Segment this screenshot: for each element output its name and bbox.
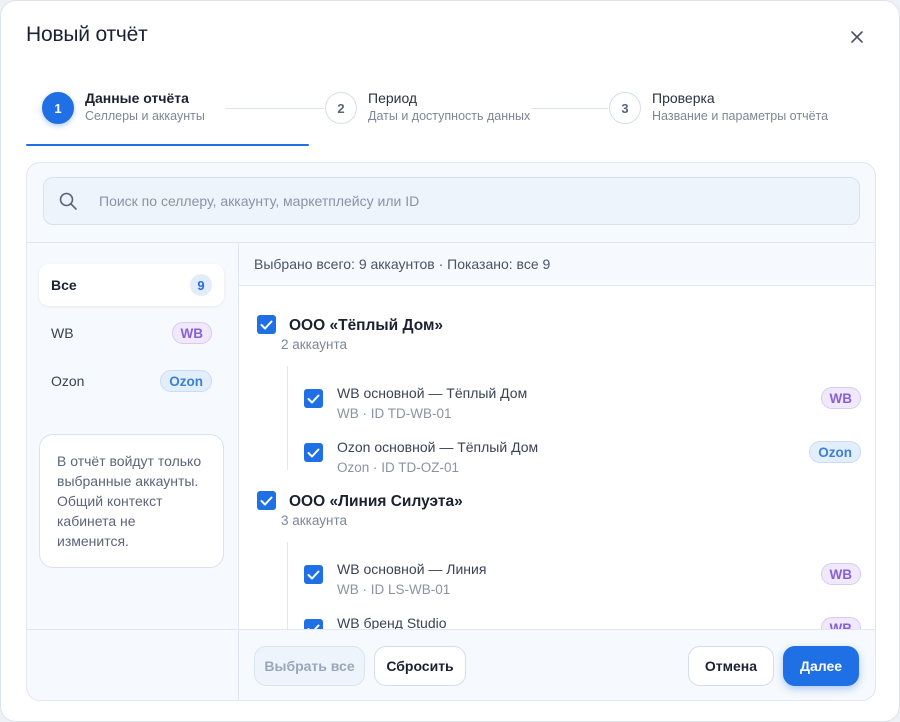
search-input[interactable]	[99, 193, 799, 209]
step-1[interactable]: 1 Данные отчёта Селлеры и аккаунты	[42, 85, 205, 125]
step-subtitle: Название и параметры отчёта	[652, 109, 829, 123]
seller-account-count: 2 аккаунта	[281, 337, 347, 352]
account-row[interactable]: WB основной — Линия WB · ID LS-WB-01 WB	[304, 560, 861, 610]
tree-line	[287, 542, 288, 630]
account-row[interactable]: Ozon основной — Тёплый Дом Ozon · ID TD-…	[304, 438, 861, 488]
step-number: 1	[42, 92, 74, 124]
step-number: 2	[325, 92, 357, 124]
next-button[interactable]: Далее	[783, 646, 859, 686]
active-step-indicator	[26, 144, 309, 146]
search-bar	[43, 177, 860, 225]
account-name: WB основной — Тёплый Дом	[337, 385, 528, 401]
step-connector	[531, 108, 608, 109]
select-all-button[interactable]: Выбрать все	[254, 646, 365, 686]
cancel-button[interactable]: Отмена	[688, 646, 774, 686]
filter-all[interactable]: Все 9	[39, 264, 224, 306]
step-subtitle: Селлеры и аккаунты	[85, 109, 205, 123]
account-row[interactable]: WB основной — Тёплый Дом WB · ID TD-WB-0…	[304, 384, 861, 434]
filter-label: Ozon	[51, 373, 85, 389]
check-icon	[260, 496, 273, 505]
check-icon	[307, 570, 320, 579]
filter-label: WB	[51, 325, 74, 341]
seller-header: ООО «Тёплый Дом»	[257, 315, 443, 336]
account-id: WB · ID TD-WB-01	[337, 406, 452, 421]
filter-wb[interactable]: WB WB	[39, 312, 224, 354]
seller-name: ООО «Линия Силуэта»	[289, 493, 463, 510]
account-id: WB · ID LS-WB-01	[337, 582, 451, 597]
selection-summary: Выбрано всего: 9 аккаунтов · Показано: в…	[239, 243, 875, 286]
seller-header: ООО «Линия Силуэта»	[257, 491, 463, 512]
count-badge: 9	[190, 274, 212, 296]
report-data-panel: Все 9 WB WB Ozon Ozon В отчёт войдут тол…	[26, 162, 876, 701]
step-3[interactable]: 3 Проверка Название и параметры отчёта	[609, 85, 828, 125]
step-title: Данные отчёта	[85, 90, 189, 106]
wb-badge: WB	[820, 563, 861, 585]
ozon-badge: Ozon	[160, 370, 212, 392]
step-number: 3	[609, 92, 641, 124]
step-title: Проверка	[652, 90, 715, 106]
account-name: WB основной — Линия	[337, 561, 487, 577]
search-icon	[59, 192, 77, 210]
tree-line	[287, 366, 288, 470]
marketplace-filter-sidebar: Все 9 WB WB Ozon Ozon В отчёт войдут тол…	[27, 243, 238, 630]
account-checkbox[interactable]	[304, 565, 323, 584]
wb-badge: WB	[820, 387, 861, 409]
reset-button[interactable]: Сбросить	[374, 646, 466, 686]
account-checkbox[interactable]	[304, 443, 323, 462]
ozon-badge: Ozon	[809, 441, 861, 463]
close-icon	[851, 31, 863, 43]
seller-name: ООО «Тёплый Дом»	[289, 317, 444, 334]
stepper: 1 Данные отчёта Селлеры и аккаунты 2 Пер…	[26, 85, 876, 149]
account-checkbox[interactable]	[304, 389, 323, 408]
seller-checkbox[interactable]	[257, 315, 276, 334]
dialog-title: Новый отчёт	[26, 23, 148, 46]
account-name: Ozon основной — Тёплый Дом	[337, 439, 539, 455]
wb-badge: WB	[171, 322, 212, 344]
close-button[interactable]	[843, 23, 871, 51]
new-report-dialog: Новый отчёт 1 Данные отчёта Селлеры и ак…	[0, 0, 900, 722]
step-title: Период	[368, 90, 418, 106]
check-icon	[307, 394, 320, 403]
check-icon	[307, 448, 320, 457]
seller-checkbox[interactable]	[257, 491, 276, 510]
seller-account-count: 3 аккаунта	[281, 513, 347, 528]
accounts-list[interactable]: Выбрано всего: 9 аккаунтов · Показано: в…	[239, 243, 875, 630]
info-note: В отчёт войдут только выбранные аккаунты…	[39, 434, 224, 568]
filter-ozon[interactable]: Ozon Ozon	[39, 360, 224, 402]
step-connector	[225, 108, 324, 109]
check-icon	[260, 320, 273, 329]
footer-divider	[27, 629, 875, 630]
account-row[interactable]: WB бренд Studio WB · ID LS-WB-02 WB	[304, 614, 861, 630]
filter-label: Все	[51, 277, 77, 293]
account-id: Ozon · ID TD-OZ-01	[337, 460, 460, 475]
account-name: WB бренд Studio	[337, 615, 447, 630]
step-subtitle: Даты и доступность данных	[368, 109, 531, 123]
step-2[interactable]: 2 Период Даты и доступность данных	[325, 85, 530, 125]
